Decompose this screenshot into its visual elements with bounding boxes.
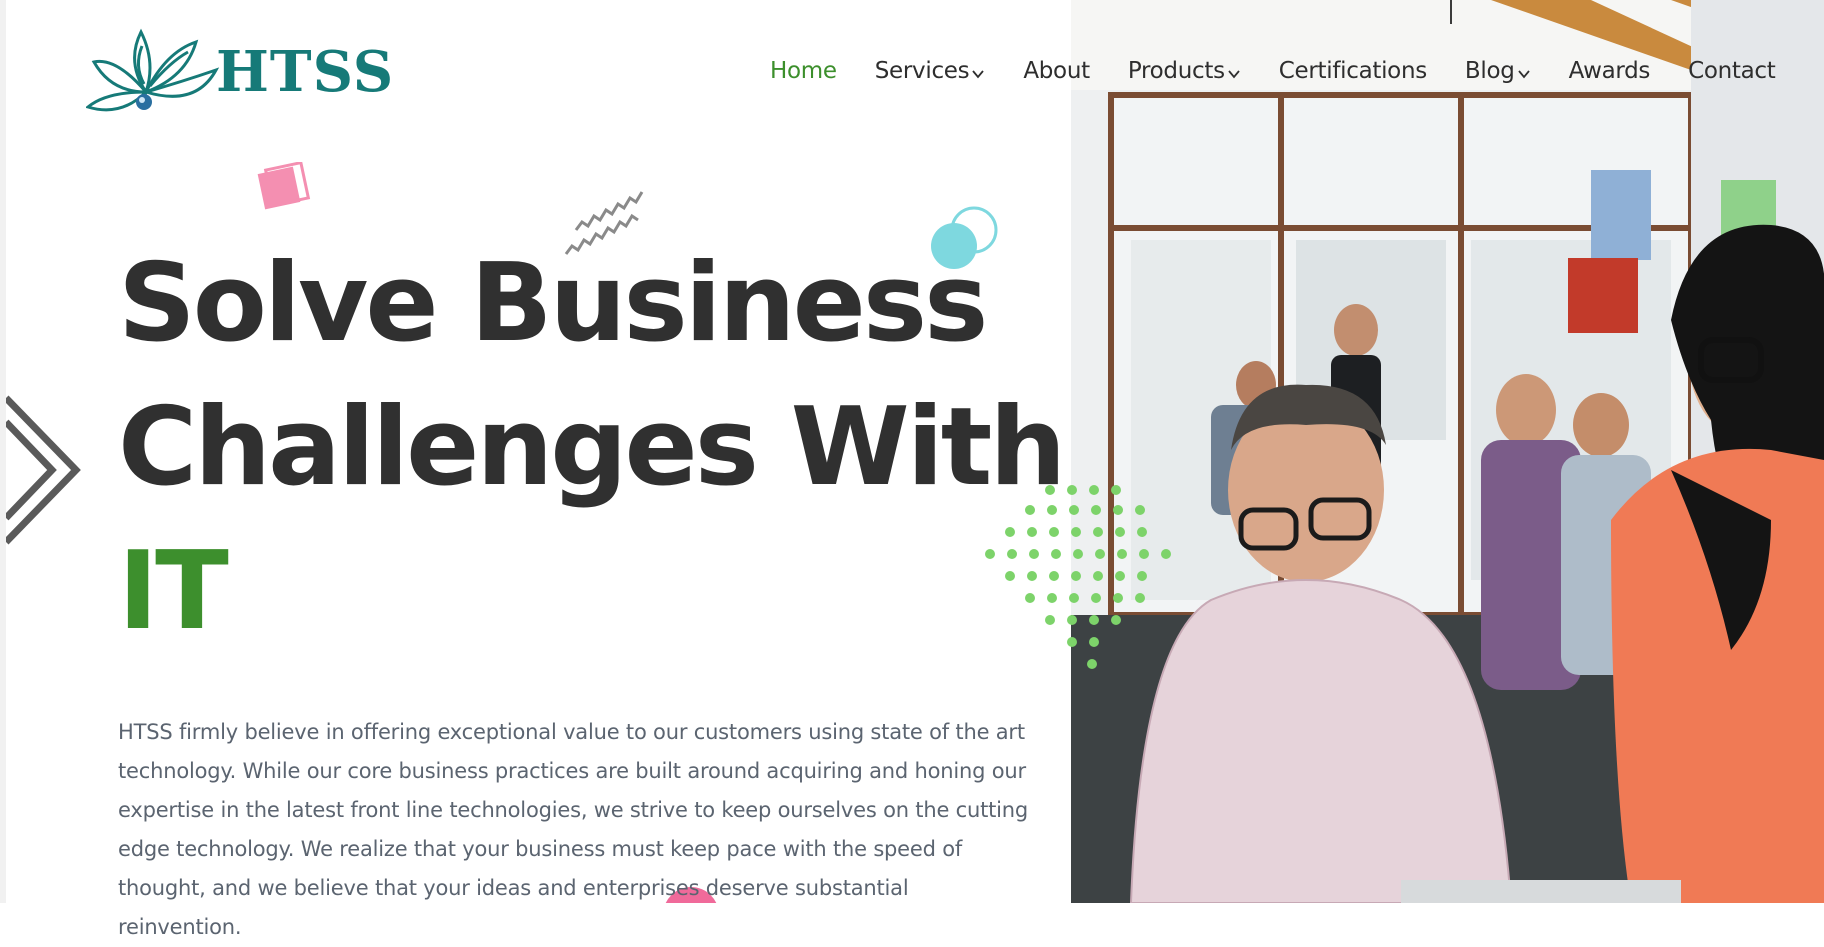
hero-heading-accent: IT	[118, 529, 229, 654]
nav-item-services[interactable]: Services	[875, 58, 986, 84]
pink-squares-decoration	[257, 162, 311, 210]
text-cursor	[1450, 0, 1452, 24]
nav-item-label: About	[1023, 58, 1090, 84]
main-nav: Home Services About Products Certificati…	[770, 58, 1776, 84]
chevron-down-icon	[1228, 70, 1240, 79]
nav-item-label: Home	[770, 58, 837, 84]
nav-item-about[interactable]: About	[1023, 58, 1090, 84]
nav-item-products[interactable]: Products	[1128, 58, 1241, 84]
nav-item-label: Certifications	[1278, 58, 1427, 84]
nav-item-label: Services	[874, 58, 970, 84]
lotus-logo-icon	[86, 28, 220, 112]
nav-item-certifications[interactable]: Certifications	[1279, 58, 1427, 84]
chevron-down-icon	[972, 70, 985, 79]
hero-photo	[1071, 0, 1824, 903]
nav-item-home[interactable]: Home	[770, 58, 837, 84]
nav-item-label: Blog	[1464, 58, 1515, 84]
chevron-down-icon	[1517, 70, 1530, 79]
brand-name: HTSS	[216, 39, 395, 105]
nav-item-blog[interactable]: Blog	[1465, 58, 1531, 84]
chevrons-decoration	[6, 395, 81, 545]
hero-description: HTSS firmly believe in offering exceptio…	[118, 720, 1029, 939]
brand-logo[interactable]: HTSS	[86, 22, 394, 126]
nav-item-contact[interactable]: Contact	[1688, 58, 1776, 84]
nav-item-label: Products	[1127, 58, 1225, 84]
nav-item-label: Awards	[1568, 58, 1651, 84]
hero-heading-line-1: Solve Business	[118, 241, 988, 366]
hero-heading-line-2: Challenges With	[118, 385, 1066, 510]
nav-item-awards[interactable]: Awards	[1569, 58, 1651, 84]
hero-heading: Solve Business Challenges With IT	[118, 232, 1066, 664]
nav-item-label: Contact	[1688, 58, 1776, 84]
